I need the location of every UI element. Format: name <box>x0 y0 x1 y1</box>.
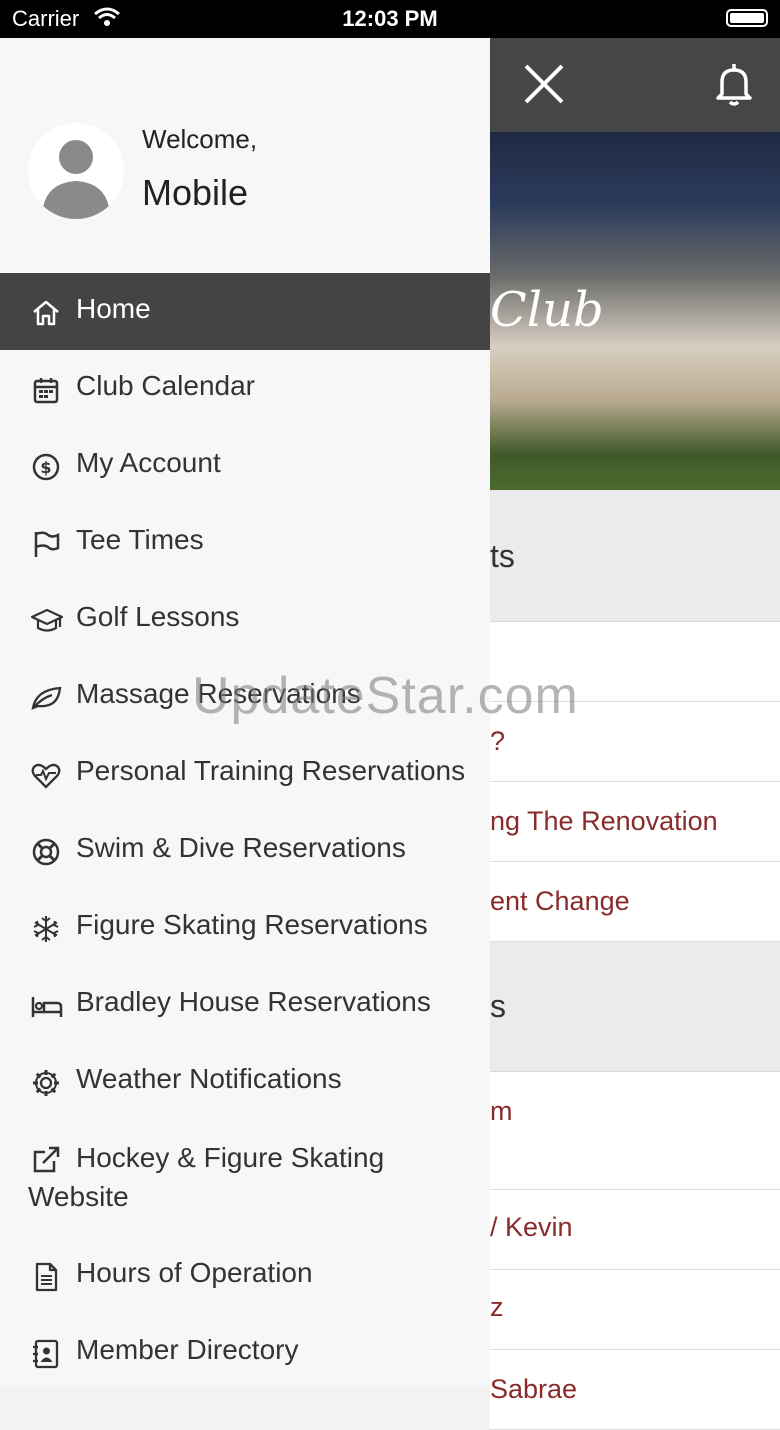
calendar-icon <box>30 374 62 406</box>
list-item[interactable]: m <box>490 1072 780 1190</box>
list-item[interactable]: ng The Renovation <box>490 782 780 862</box>
leaf-icon <box>30 682 62 714</box>
bell-icon[interactable] <box>710 60 758 108</box>
dollar-icon: $ <box>30 451 62 483</box>
menu-item-figure-skating[interactable]: Figure Skating Reservations <box>0 889 490 966</box>
life-ring-icon <box>30 836 62 868</box>
svg-text:$: $ <box>40 458 51 477</box>
list-item[interactable]: Sabrae <box>490 1350 780 1430</box>
menu-item-hours-of-operation[interactable]: Hours of Operation <box>0 1237 490 1314</box>
list-item[interactable]: ent Change <box>490 862 780 942</box>
menu-item-home[interactable]: Home <box>0 273 490 350</box>
section-header-2: s <box>490 942 780 1072</box>
section-title-2: s <box>490 988 506 1024</box>
section-header-1: ts <box>490 490 780 622</box>
close-icon[interactable] <box>520 60 568 108</box>
contact-book-icon <box>30 1338 62 1370</box>
menu-item-club-calendar[interactable]: Club Calendar <box>0 350 490 427</box>
menu-item-weather-notifications[interactable]: Weather Notifications <box>0 1043 490 1120</box>
avatar[interactable] <box>28 123 124 219</box>
status-bar: Carrier 12:03 PM <box>0 0 780 38</box>
menu-item-bradley-house[interactable]: Bradley House Reservations <box>0 966 490 1043</box>
menu-item-swim-dive[interactable]: Swim & Dive Reservations <box>0 812 490 889</box>
hero-club-text: Club <box>490 282 604 338</box>
list-item[interactable]: / Kevin <box>490 1190 780 1270</box>
heartbeat-icon <box>30 759 62 791</box>
menu-item-hockey-website[interactable]: Hockey & Figure Skating Website <box>0 1120 490 1237</box>
graduation-cap-icon <box>30 605 64 637</box>
document-icon <box>30 1261 62 1293</box>
flag-icon <box>30 528 62 560</box>
hero-image: Club <box>490 132 780 490</box>
watermark: UpdateStar.com <box>192 667 579 725</box>
welcome-label: Welcome, <box>142 124 258 154</box>
home-icon <box>30 297 62 329</box>
menu-item-golf-lessons[interactable]: Golf Lessons <box>0 581 490 658</box>
gear-icon <box>30 1067 62 1099</box>
profile-header: Welcome, Mobile <box>0 38 490 273</box>
list-item[interactable]: z <box>490 1270 780 1350</box>
battery-icon <box>726 9 768 27</box>
status-time: 12:03 PM <box>342 6 438 31</box>
bed-icon <box>30 990 63 1022</box>
user-name: Mobile <box>142 172 249 213</box>
menu-item-member-directory[interactable]: Member Directory <box>0 1314 490 1387</box>
menu-item-personal-training[interactable]: Personal Training Reservations <box>0 735 490 812</box>
menu-item-tee-times[interactable]: Tee Times <box>0 504 490 581</box>
snowflake-icon <box>30 913 62 945</box>
section-title-1: ts <box>490 538 515 574</box>
menu-item-my-account[interactable]: $ My Account <box>0 427 490 504</box>
